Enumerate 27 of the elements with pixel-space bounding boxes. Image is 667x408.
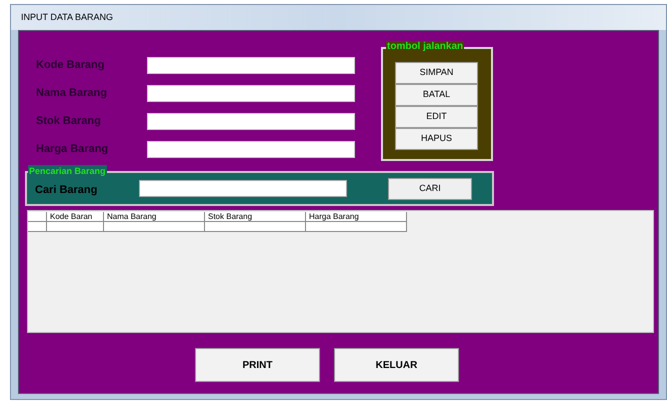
command-button[interactable]: KELUAR: [334, 348, 459, 382]
column-header: Stok Barang: [205, 212, 306, 222]
command-button[interactable]: PRINT: [195, 348, 320, 382]
group-title: tombol jalankan: [386, 41, 464, 53]
field-label: Stok Barang: [36, 114, 102, 130]
search-field[interactable]: [139, 180, 347, 197]
field-label: Nama Barang: [36, 86, 108, 102]
field-label: Kode Barang: [36, 58, 106, 74]
action-button[interactable]: BATAL: [395, 84, 478, 106]
text-field[interactable]: [147, 113, 355, 130]
group-title: Pencarian Barang: [28, 165, 107, 177]
window-title: INPUT DATA BARANG: [21, 10, 114, 24]
field-label: Harga Barang: [36, 142, 110, 158]
text-field[interactable]: [147, 141, 355, 158]
row-header-cell: [28, 222, 47, 232]
field-label: Cari Barang: [35, 183, 98, 198]
column-header: Nama Barang: [104, 212, 205, 222]
search-button[interactable]: CARI: [388, 178, 472, 200]
column-header: Harga Barang: [306, 212, 407, 222]
table-corner-cell: [28, 212, 47, 222]
table-cell: [47, 222, 104, 232]
text-field[interactable]: [147, 85, 355, 102]
action-button[interactable]: EDIT: [395, 106, 478, 128]
column-header: Kode Baran: [47, 212, 104, 222]
action-button[interactable]: SIMPAN: [395, 62, 478, 84]
text-field[interactable]: [147, 57, 355, 74]
action-button[interactable]: HAPUS: [395, 128, 478, 150]
